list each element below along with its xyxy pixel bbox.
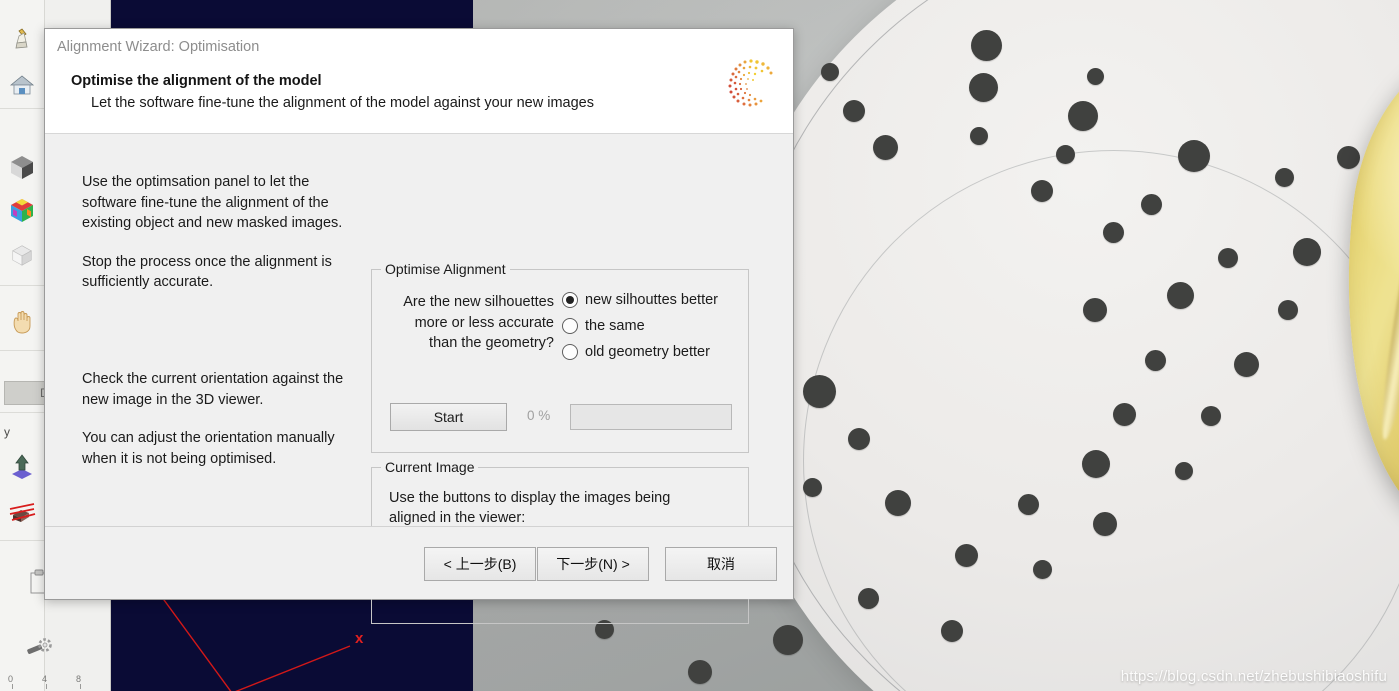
calibration-dot <box>1293 238 1321 266</box>
current-image-group-title: Current Image <box>381 459 479 475</box>
radio-new-silhouettes-better[interactable]: new silhouttes better <box>562 292 718 308</box>
company-logo <box>713 51 775 113</box>
progress-percent-label: 0 % <box>527 408 551 423</box>
start-button[interactable]: Start <box>390 403 507 431</box>
home-icon[interactable] <box>5 68 39 102</box>
calibration-dot <box>1056 145 1075 164</box>
radio-label: the same <box>585 318 645 334</box>
next-button[interactable]: 下一步(N) > <box>537 547 649 581</box>
radio-dot-icon <box>562 318 578 334</box>
dialog-header: Alignment Wizard: Optimisation Optimise … <box>45 29 793 134</box>
tools-icon[interactable] <box>22 630 56 664</box>
help-paragraph: Check the current orientation against th… <box>82 371 344 408</box>
dialog-footer: < 上一步(B) 下一步(N) > 取消 <box>45 526 793 599</box>
dialog-subheading: Let the software fine-tune the alignment… <box>91 95 594 111</box>
calibration-dot <box>1031 180 1053 202</box>
gray-cube-icon[interactable] <box>5 150 39 184</box>
extrude-up-icon[interactable] <box>5 450 39 484</box>
optimise-group-title: Optimise Alignment <box>381 261 510 277</box>
csdn-watermark: https://blog.csdn.net/zhebushibiaoshifu <box>1120 668 1387 685</box>
help-text-bottom: Check the current orientation against th… <box>82 369 367 487</box>
paint-tool-icon[interactable] <box>5 22 39 56</box>
help-paragraph: You can adjust the orientation manually … <box>82 430 335 467</box>
calibration-dot <box>803 478 822 497</box>
calibration-dot <box>688 660 712 684</box>
help-text-top: Use the optimsation panel to let the sof… <box>82 172 362 311</box>
calibration-dot <box>1087 68 1104 85</box>
calibration-dot <box>848 428 870 450</box>
alignment-wizard-dialog: Alignment Wizard: Optimisation Optimise … <box>44 28 794 624</box>
calibration-dot <box>1337 146 1360 169</box>
calibration-dot <box>1178 140 1210 172</box>
calibration-dot <box>843 100 865 122</box>
calibration-dot <box>1018 494 1039 515</box>
help-paragraph: Stop the process once the alignment is s… <box>82 253 332 291</box>
calibration-dot <box>1167 282 1194 309</box>
calibration-dot <box>873 135 898 160</box>
back-button[interactable]: < 上一步(B) <box>424 547 536 581</box>
calibration-dot <box>1201 406 1221 426</box>
color-cube-icon[interactable] <box>5 193 39 227</box>
accuracy-radio-group: new silhouttes better the same old geome… <box>562 292 718 370</box>
potato-crease <box>1373 102 1399 442</box>
radio-dot-icon <box>562 344 578 360</box>
calibration-dot <box>885 490 911 516</box>
radio-label: new silhouttes better <box>585 292 718 308</box>
calibration-dot <box>1113 403 1136 426</box>
pan-hand-icon[interactable] <box>5 305 39 339</box>
svg-text:x: x <box>355 630 364 647</box>
calibration-dot <box>773 625 803 655</box>
dialog-heading: Optimise the alignment of the model <box>71 73 322 89</box>
calibration-dot <box>955 544 978 567</box>
calibration-dot <box>1275 168 1294 187</box>
slice-icon[interactable] <box>5 495 39 529</box>
calibration-dot <box>1068 101 1098 131</box>
calibration-dot <box>1141 194 1162 215</box>
optimisation-progress-bar <box>570 404 732 430</box>
radio-the-same[interactable]: the same <box>562 318 718 334</box>
dialog-title: Alignment Wizard: Optimisation <box>57 39 260 55</box>
optimise-alignment-group: Optimise Alignment Are the new silhouett… <box>371 261 749 453</box>
calibration-dot <box>1093 512 1117 536</box>
rail-y-label: y <box>4 425 10 439</box>
calibration-dot <box>1234 352 1259 377</box>
calibration-dot <box>969 73 998 102</box>
calibration-dot <box>803 375 836 408</box>
cancel-button[interactable]: 取消 <box>665 547 777 581</box>
calibration-dot <box>821 63 839 81</box>
screen-root: https://blog.csdn.net/zhebushibiaoshifu … <box>0 0 1399 691</box>
calibration-dot <box>1175 462 1193 480</box>
accuracy-question-label: Are the new silhouettes more or less acc… <box>403 294 554 352</box>
light-cube-icon[interactable] <box>5 238 39 272</box>
ruler-scale: 0 4 8 <box>6 673 104 689</box>
dialog-body: Use the optimsation panel to let the sof… <box>45 134 793 624</box>
calibration-dot <box>941 620 963 642</box>
calibration-dot <box>1082 450 1110 478</box>
calibration-dot <box>1278 300 1298 320</box>
calibration-dot <box>1103 222 1124 243</box>
help-paragraph: Use the optimsation panel to let the sof… <box>82 174 343 232</box>
radio-old-geometry-better[interactable]: old geometry better <box>562 344 718 360</box>
calibration-dot <box>1033 560 1052 579</box>
calibration-dot <box>971 30 1002 61</box>
current-image-instruction: Use the buttons to display the images be… <box>389 490 671 527</box>
calibration-dot <box>1083 298 1107 322</box>
radio-label: old geometry better <box>585 344 710 360</box>
calibration-dot <box>858 588 879 609</box>
calibration-dot <box>1218 248 1238 268</box>
calibration-dot <box>1145 350 1166 371</box>
radio-dot-icon <box>562 292 578 308</box>
calibration-dot <box>970 127 988 145</box>
